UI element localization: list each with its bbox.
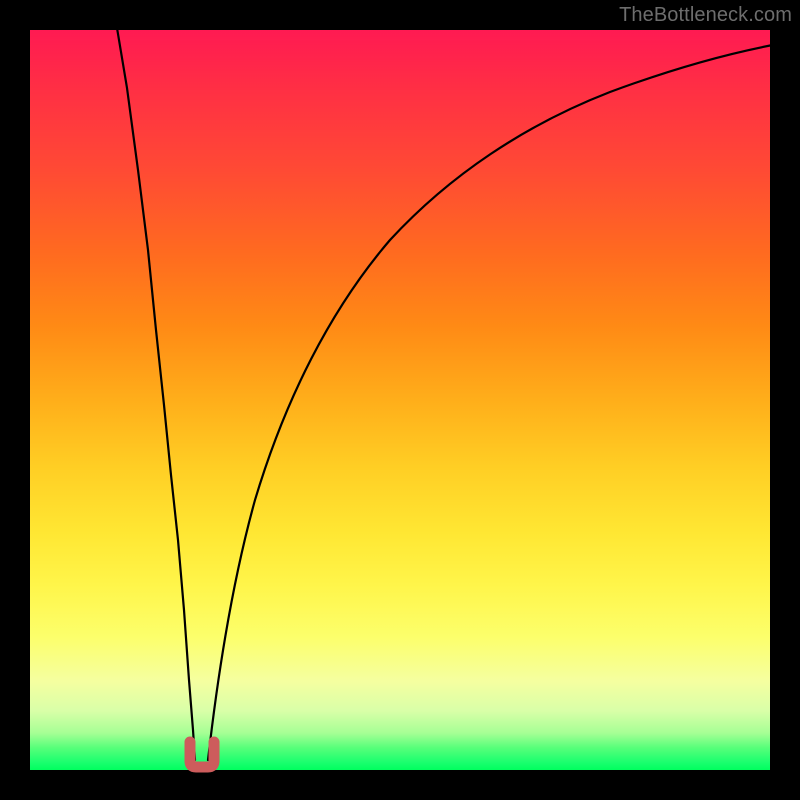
outer-frame: TheBottleneck.com	[0, 0, 800, 800]
marker-notch	[190, 742, 214, 767]
plot-area	[30, 30, 770, 770]
chart-svg	[30, 30, 770, 770]
curve-right-branch	[208, 44, 778, 760]
watermark-text: TheBottleneck.com	[619, 4, 792, 27]
curve-left-branch	[116, 22, 195, 760]
